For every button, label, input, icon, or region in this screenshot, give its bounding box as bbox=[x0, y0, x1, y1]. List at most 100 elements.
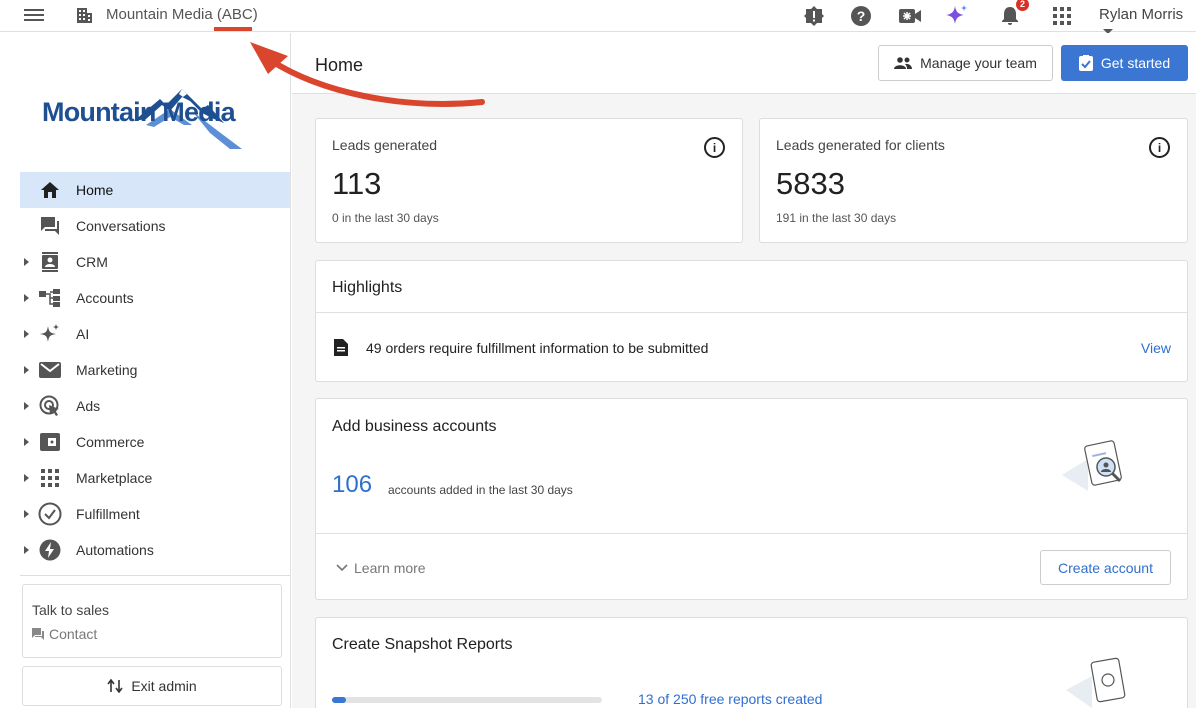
sparkle-icon bbox=[38, 322, 62, 346]
view-link[interactable]: View bbox=[1141, 340, 1171, 356]
sidebar-item-accounts[interactable]: Accounts bbox=[20, 280, 290, 316]
logo-text: Mountain Media bbox=[42, 97, 236, 127]
grid-icon bbox=[38, 466, 62, 490]
contact-label: Contact bbox=[49, 626, 98, 642]
notification-badge: 2 bbox=[1016, 0, 1029, 11]
snapshot-reports-card: Create Snapshot Reports 13 of 250 free r… bbox=[315, 617, 1188, 708]
menu-icon[interactable] bbox=[24, 6, 44, 26]
chat-icon bbox=[32, 628, 44, 640]
expand-caret-icon[interactable] bbox=[24, 258, 29, 266]
sidebar-item-label: CRM bbox=[76, 254, 108, 270]
snapshot-progress-fill bbox=[332, 697, 346, 703]
home-icon bbox=[38, 178, 62, 202]
sidebar-item-label: Commerce bbox=[76, 434, 145, 450]
card-divider bbox=[316, 312, 1187, 313]
expand-caret-icon[interactable] bbox=[24, 366, 29, 374]
manage-team-button[interactable]: Manage your team bbox=[878, 45, 1053, 81]
manage-team-label: Manage your team bbox=[920, 55, 1037, 71]
highlights-title: Highlights bbox=[332, 279, 403, 296]
sidebar-item-label: Marketing bbox=[76, 362, 138, 378]
sidebar-item-label: Fulfillment bbox=[76, 506, 140, 522]
sidebar-item-marketing[interactable]: Marketing bbox=[20, 352, 290, 388]
top-bar: Mountain Media (ABC) ? 2 Rylan Morris bbox=[0, 0, 1196, 35]
learn-more-toggle[interactable]: Learn more bbox=[336, 560, 426, 576]
expand-caret-icon[interactable] bbox=[24, 474, 29, 482]
talk-to-sales-title: Talk to sales bbox=[32, 602, 110, 618]
snapshot-count-link[interactable]: 13 of 250 free reports created bbox=[638, 691, 822, 707]
get-started-label: Get started bbox=[1100, 55, 1171, 71]
sidebar-item-label: Automations bbox=[76, 542, 154, 558]
snapshot-title: Create Snapshot Reports bbox=[332, 636, 513, 653]
contacts-icon bbox=[38, 250, 62, 274]
expand-caret-icon[interactable] bbox=[24, 510, 29, 518]
target-cursor-icon bbox=[38, 394, 62, 418]
expand-caret-icon[interactable] bbox=[24, 438, 29, 446]
expand-caret-icon[interactable] bbox=[24, 330, 29, 338]
sidebar-item-marketplace[interactable]: Marketplace bbox=[20, 460, 290, 496]
chevron-down-icon bbox=[336, 564, 348, 572]
exit-admin-label: Exit admin bbox=[131, 678, 197, 694]
hierarchy-icon bbox=[38, 286, 62, 310]
get-started-button[interactable]: Get started bbox=[1061, 45, 1188, 81]
contact-link[interactable]: Contact bbox=[32, 626, 97, 642]
help-icon[interactable]: ? bbox=[849, 3, 873, 29]
page-header: Home Manage your team Get started bbox=[292, 33, 1196, 94]
accounts-count: 106 bbox=[332, 471, 373, 498]
card-divider bbox=[316, 533, 1187, 534]
expand-caret-icon[interactable] bbox=[24, 294, 29, 302]
building-icon bbox=[77, 8, 92, 23]
video-icon[interactable] bbox=[897, 3, 923, 29]
sparkle-icon[interactable] bbox=[945, 3, 969, 29]
page-title: Home bbox=[315, 55, 364, 75]
chat-icon bbox=[38, 214, 62, 238]
create-account-button[interactable]: Create account bbox=[1040, 550, 1171, 585]
sidebar-nav: Home Conversations CRM Accounts AI Marke… bbox=[20, 172, 290, 568]
stat-value: 5833 bbox=[776, 166, 845, 201]
alert-icon[interactable] bbox=[802, 3, 826, 29]
stat-sub: 191 in the last 30 days bbox=[776, 211, 897, 225]
sidebar-item-crm[interactable]: CRM bbox=[20, 244, 290, 280]
org-title[interactable]: Mountain Media (ABC) bbox=[106, 6, 258, 23]
stat-label: Leads generated bbox=[332, 137, 438, 153]
bolt-icon bbox=[38, 538, 62, 562]
stat-label: Leads generated for clients bbox=[776, 137, 945, 153]
document-icon bbox=[334, 339, 348, 356]
sidebar-item-automations[interactable]: Automations bbox=[20, 532, 290, 568]
sidebar-item-ads[interactable]: Ads bbox=[20, 388, 290, 424]
expand-caret-icon[interactable] bbox=[24, 546, 29, 554]
sidebar-divider bbox=[20, 575, 290, 576]
highlights-card: Highlights 49 orders require fulfillment… bbox=[315, 260, 1188, 382]
sidebar-item-conversations[interactable]: Conversations bbox=[20, 208, 290, 244]
exit-admin-button[interactable]: Exit admin bbox=[22, 666, 282, 706]
sidebar-item-label: Marketplace bbox=[76, 470, 153, 486]
stat-card-leads: Leads generated i 113 0 in the last 30 d… bbox=[315, 118, 743, 243]
talk-to-sales-card: Talk to sales Contact bbox=[22, 584, 282, 658]
sidebar-item-fulfillment[interactable]: Fulfillment bbox=[20, 496, 290, 532]
info-icon[interactable]: i bbox=[1149, 137, 1170, 158]
document-search-illustration-icon bbox=[1062, 440, 1122, 491]
stat-value: 113 bbox=[332, 166, 382, 201]
swap-vertical-icon bbox=[107, 679, 123, 693]
report-illustration-icon bbox=[1066, 657, 1126, 708]
learn-more-label: Learn more bbox=[354, 560, 426, 576]
stat-card-client-leads: Leads generated for clients i 5833 191 i… bbox=[759, 118, 1188, 243]
sidebar-item-home[interactable]: Home bbox=[20, 172, 290, 208]
snapshot-progress-bar bbox=[332, 697, 602, 703]
info-icon[interactable]: i bbox=[704, 137, 725, 158]
mail-icon bbox=[38, 358, 62, 382]
wallet-icon bbox=[38, 430, 62, 454]
business-accounts-title: Add business accounts bbox=[332, 418, 497, 435]
sidebar-item-ai[interactable]: AI bbox=[20, 316, 290, 352]
sidebar-item-label: Home bbox=[76, 182, 114, 198]
accounts-sub: accounts added in the last 30 days bbox=[388, 483, 573, 497]
apps-grid-icon[interactable] bbox=[1051, 3, 1073, 29]
sidebar-item-label: Ads bbox=[76, 398, 101, 414]
stat-sub: 0 in the last 30 days bbox=[332, 211, 439, 225]
sidebar-item-commerce[interactable]: Commerce bbox=[20, 424, 290, 460]
sidebar: Mountain Media Home Conversations CRM Ac… bbox=[20, 33, 291, 708]
highlight-item-text: 49 orders require fulfillment informatio… bbox=[366, 340, 709, 356]
people-icon bbox=[894, 57, 913, 69]
clipboard-check-icon bbox=[1078, 55, 1093, 71]
expand-caret-icon[interactable] bbox=[24, 402, 29, 410]
svg-text:?: ? bbox=[857, 8, 866, 24]
